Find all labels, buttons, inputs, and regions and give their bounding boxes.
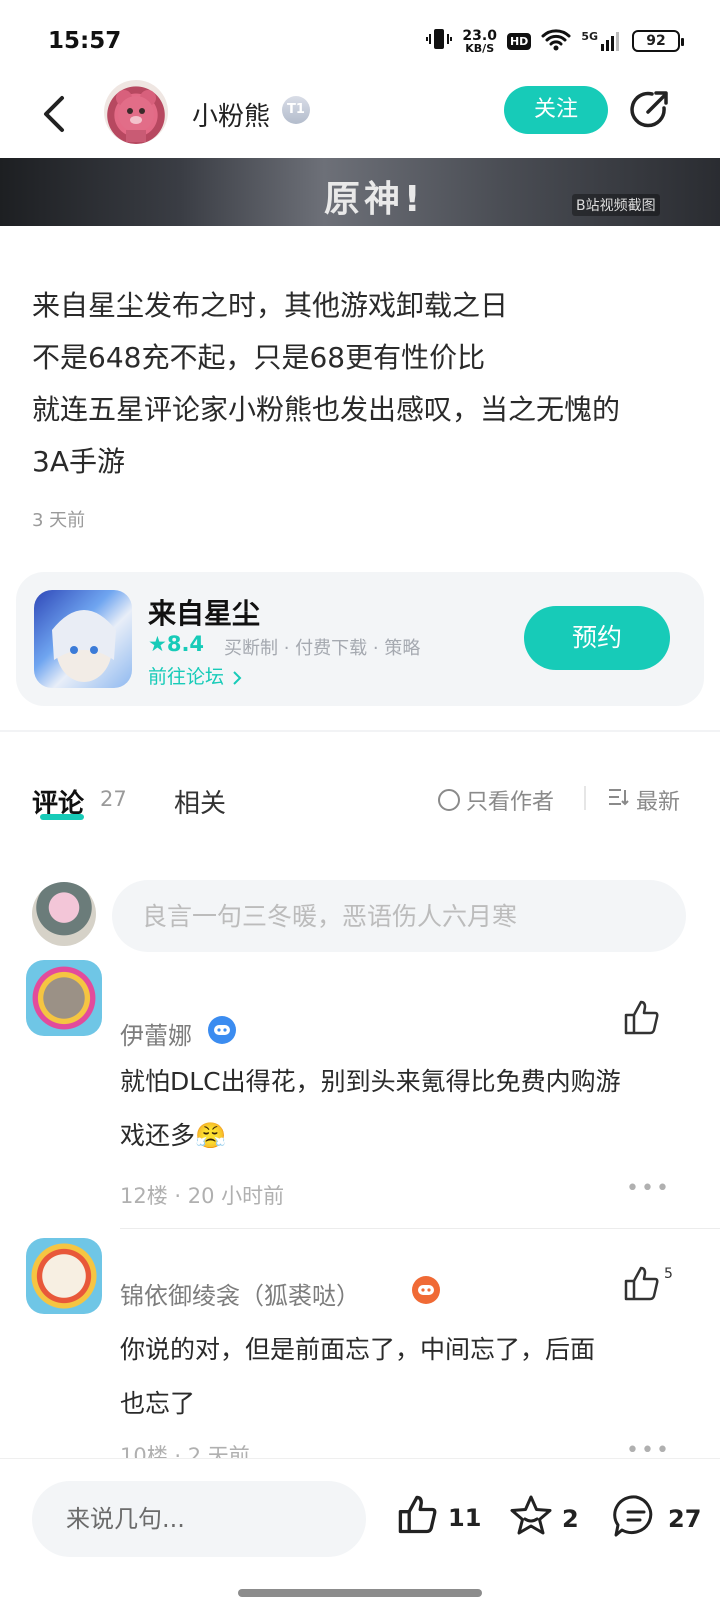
bottom-action-bar: 11 2 27 (0, 1458, 720, 1610)
favorite-count: 2 (562, 1505, 579, 1533)
status-time: 15:57 (48, 28, 122, 54)
vibrate-icon (426, 26, 453, 56)
status-bar: 15:57 23.0 KB/S HD 5G 92 (0, 0, 720, 80)
share-icon[interactable] (628, 88, 672, 132)
game-card[interactable]: 来自星尘 ★8.4 买断制 · 付费下载 · 策略 前往论坛 预约 (16, 572, 704, 706)
hd-badge: HD (506, 32, 532, 50)
post-text-line: 来自星尘发布之时，其他游戏卸载之日 (32, 289, 509, 322)
comments-total: 27 (668, 1505, 702, 1533)
star-icon: ★ (148, 632, 167, 656)
comment-text: 你说的对，但是前面忘了，中间忘了，后面 (120, 1335, 596, 1364)
emoji: 😤 (195, 1121, 227, 1150)
comment-input[interactable] (112, 880, 686, 952)
sort-button[interactable]: 最新 (608, 784, 680, 816)
current-user-avatar (32, 882, 96, 946)
active-tab-indicator (40, 814, 84, 820)
comment-text: 也忘了 (120, 1389, 196, 1418)
comment-separator (120, 1228, 720, 1229)
comment-bubble-icon (612, 1493, 660, 1545)
comment-text: 就怕DLC出得花，别到头来氪得比免费内购游 (120, 1067, 621, 1096)
status-icons: 23.0 KB/S HD 5G 92 (426, 26, 684, 56)
cellular-signal-icon: 5G (581, 30, 622, 52)
comment-meta: 12楼 · 20 小时前 (120, 1184, 285, 1208)
game-rating: ★8.4 (148, 632, 205, 656)
post-image[interactable]: 原神! B站视频截图 (0, 158, 720, 226)
home-indicator[interactable] (238, 1589, 482, 1597)
post-image-caption: 原神! (324, 179, 425, 220)
forum-link[interactable]: 前往论坛 (148, 662, 244, 689)
post-text-line: 就连五星评论家小粉熊也发出感叹，当之无愧的 (32, 393, 621, 426)
only-author-toggle[interactable]: 只看作者 (438, 784, 554, 816)
author-avatar[interactable] (104, 80, 168, 144)
gamepad-badge-icon (412, 1276, 440, 1304)
thumbs-up-icon (396, 1493, 440, 1543)
filter-divider (584, 786, 586, 810)
tab-related[interactable]: 相关 (174, 783, 226, 820)
level-badge: T1 (282, 96, 310, 124)
network-speed: 23.0 KB/S (462, 27, 497, 55)
gamepad-badge-icon (208, 1016, 236, 1044)
favorite-button[interactable]: 2 (508, 1493, 579, 1545)
post-text-line: 3A手游 (32, 445, 125, 478)
profile-header: 小粉熊 T1 关注 (0, 80, 720, 158)
wifi-icon (541, 27, 571, 55)
author-name[interactable]: 小粉熊 (192, 96, 270, 133)
reserve-button[interactable]: 预约 (524, 606, 670, 670)
game-title[interactable]: 来自星尘 (148, 592, 260, 632)
battery-indicator: 92 (632, 30, 684, 52)
like-count: 11 (448, 1504, 482, 1532)
section-divider (0, 730, 720, 732)
commenter-name[interactable]: 锦依御绫衾（狐裘哒） (120, 1276, 360, 1311)
comment-like-icon[interactable] (622, 1264, 662, 1304)
comments-button[interactable]: 27 (612, 1493, 701, 1545)
commenter-avatar[interactable] (26, 1238, 102, 1314)
post-timestamp: 3 天前 (32, 510, 86, 531)
comments-count: 27 (100, 787, 127, 811)
like-button[interactable]: 11 (396, 1493, 481, 1543)
comment-text: 戏还多😤 (120, 1121, 227, 1150)
post-text-line: 不是648充不起，只是68更有性价比 (32, 341, 486, 374)
chevron-right-icon (230, 666, 244, 688)
post-image-watermark: B站视频截图 (572, 194, 660, 216)
quick-comment-input[interactable] (32, 1481, 366, 1557)
comment-like-icon[interactable] (622, 998, 662, 1038)
sort-icon (608, 787, 630, 813)
star-icon (508, 1493, 554, 1545)
back-icon[interactable] (36, 94, 76, 134)
radio-circle-icon (438, 789, 460, 811)
commenter-avatar[interactable] (26, 960, 102, 1036)
game-icon[interactable] (34, 590, 132, 688)
follow-button[interactable]: 关注 (504, 86, 608, 134)
commenter-name[interactable]: 伊蕾娜 (120, 1016, 192, 1051)
comment-like-count: 5 (664, 1266, 673, 1282)
more-options-icon[interactable]: ••• (626, 1176, 671, 1201)
game-tags: 买断制 · 付费下载 · 策略 (224, 638, 421, 659)
